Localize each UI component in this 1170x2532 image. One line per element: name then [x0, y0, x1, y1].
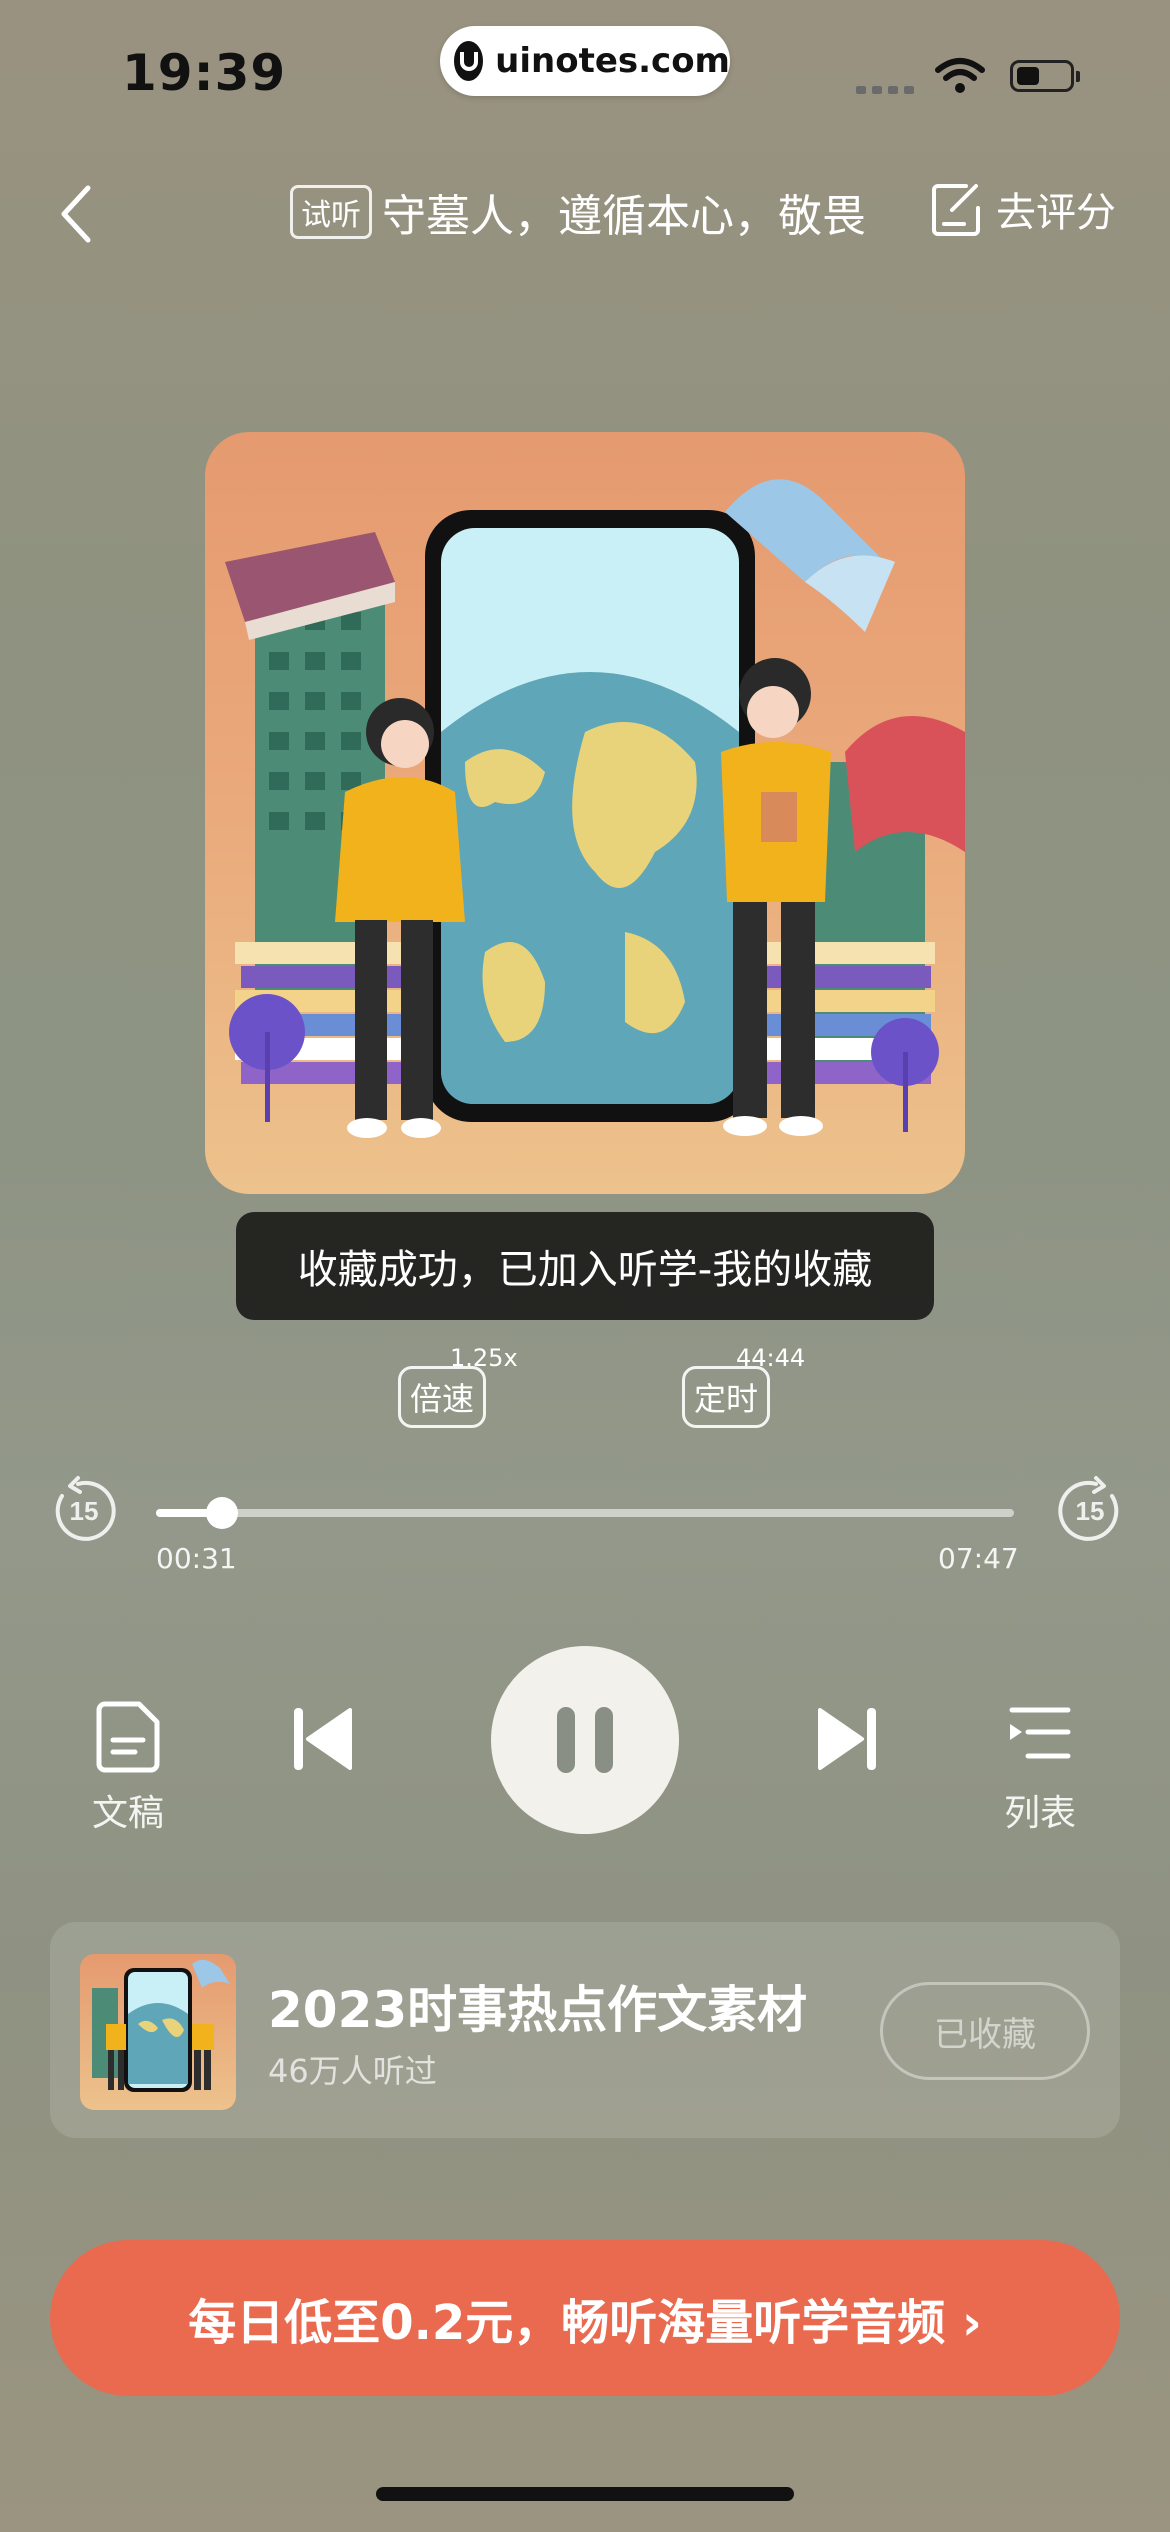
- speed-button[interactable]: 1.25x 倍速: [398, 1344, 518, 1428]
- timer-label: 定时: [682, 1366, 770, 1428]
- url-text: uinotes.com: [495, 41, 730, 81]
- toast-message: 收藏成功，已加入听学-我的收藏: [236, 1212, 934, 1320]
- pause-button[interactable]: [491, 1646, 679, 1834]
- track-title-marquee: 试听 守墓人，遵循本心，敬畏: [290, 180, 880, 244]
- previous-track-icon[interactable]: [292, 1706, 356, 1772]
- rewind-15-button[interactable]: 15: [48, 1474, 120, 1550]
- transcript-button[interactable]: 文稿: [92, 1700, 164, 1836]
- home-indicator: [376, 2487, 794, 2501]
- timer-button[interactable]: 44:44 定时: [682, 1344, 805, 1428]
- forward-15-button[interactable]: 15: [1054, 1474, 1126, 1550]
- forward-seconds: 15: [1076, 1496, 1105, 1526]
- back-arrow-icon[interactable]: [56, 184, 96, 244]
- rate-label: 去评分: [996, 190, 1116, 236]
- playlist-label: 列表: [1004, 1793, 1077, 1834]
- album-cover-image: [205, 432, 965, 1194]
- speed-value: 1.25x: [450, 1344, 518, 1372]
- album-title: 2023时事热点作文素材: [268, 1981, 808, 2039]
- total-time: 07:47: [938, 1542, 1019, 1575]
- album-thumbnail-image: [80, 1954, 236, 2110]
- playlist-button[interactable]: 列表: [1004, 1706, 1076, 1836]
- url-pill[interactable]: uinotes.com: [440, 26, 730, 96]
- speed-label: 倍速: [398, 1366, 486, 1428]
- transcript-icon: [96, 1701, 160, 1773]
- uinotes-logo-icon: [454, 41, 484, 81]
- transcript-label: 文稿: [92, 1793, 165, 1834]
- playlist-icon: [1009, 1707, 1071, 1759]
- rewind-seconds: 15: [70, 1496, 99, 1526]
- next-track-icon[interactable]: [814, 1706, 878, 1772]
- favorited-button[interactable]: 已收藏: [880, 1982, 1090, 2080]
- wifi-icon: [935, 58, 985, 93]
- status-time: 19:39: [122, 44, 287, 102]
- battery-icon: [1010, 60, 1080, 92]
- album-listener-count: 46万人听过: [268, 2052, 437, 2090]
- progress-knob[interactable]: [206, 1497, 239, 1529]
- rate-edit-icon: [932, 184, 980, 236]
- timer-value: 44:44: [736, 1344, 806, 1372]
- trial-badge: 试听: [290, 185, 372, 239]
- rewind-15-icon: 15: [55, 1476, 116, 1541]
- track-title: 守墓人，遵循本心，敬畏: [382, 191, 866, 242]
- forward-15-icon: 15: [1058, 1476, 1119, 1541]
- subscribe-cta-button[interactable]: 每日低至0.2元，畅听海量听学音频 ›: [50, 2240, 1120, 2396]
- current-time: 00:31: [156, 1542, 237, 1575]
- cellular-signal-icon: [856, 86, 914, 94]
- progress-slider[interactable]: [156, 1497, 1014, 1529]
- pause-icon: [557, 1707, 575, 1773]
- rate-button[interactable]: 去评分: [930, 180, 1116, 238]
